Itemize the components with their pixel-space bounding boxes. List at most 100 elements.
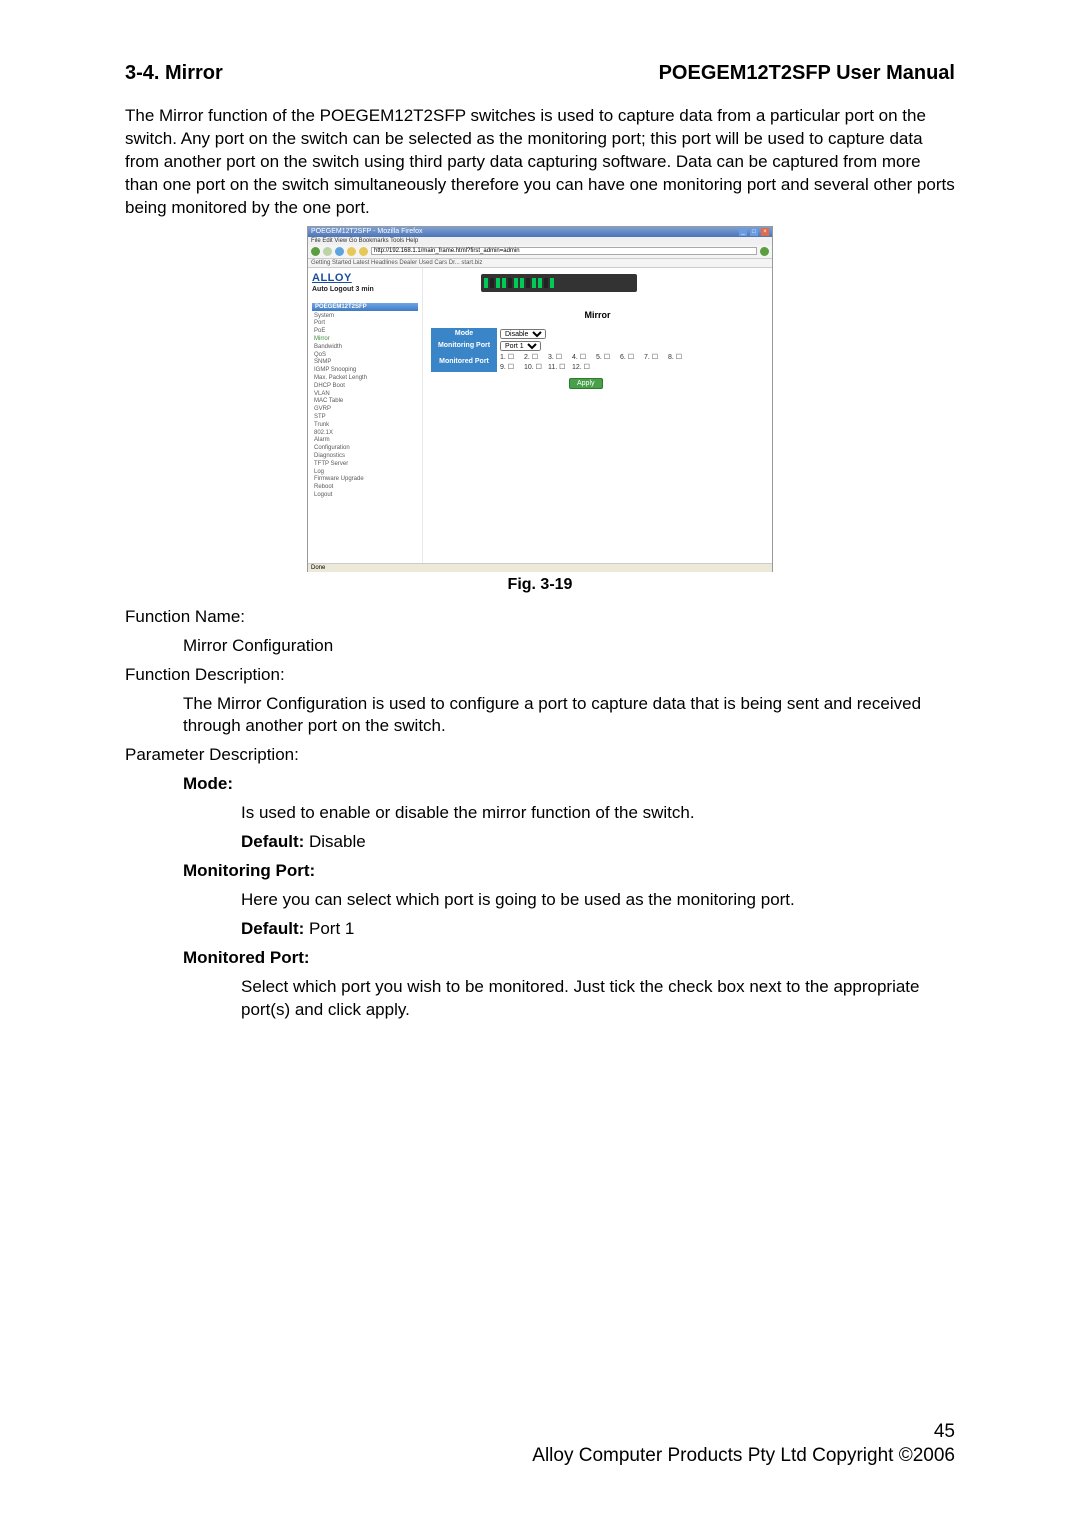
page-footer: 45 Alloy Computer Products Pty Ltd Copyr… — [532, 1421, 955, 1467]
screenshot-figure: POEGEM12T2SFP - Mozilla Firefox _ □ × Fi… — [307, 226, 773, 572]
port-led — [490, 278, 494, 288]
port-checkbox[interactable]: 1. ☐ — [500, 353, 524, 361]
monitored-port-row-label: Monitored Port — [431, 352, 497, 372]
forward-icon[interactable] — [323, 247, 332, 256]
sidebar-item[interactable]: Alarm — [312, 437, 418, 445]
port-led — [526, 278, 530, 288]
port-led — [520, 278, 524, 288]
parameter-description-label: Parameter Description: — [125, 744, 955, 767]
port-checkbox[interactable]: 9. ☐ — [500, 363, 524, 371]
sidebar-item[interactable]: Mirror — [312, 336, 418, 344]
status-bar: Done — [308, 563, 772, 572]
port-led — [514, 278, 518, 288]
port-checkbox[interactable]: 4. ☐ — [572, 353, 596, 361]
sidebar-item[interactable]: MAC Table — [312, 398, 418, 406]
port-led — [508, 278, 512, 288]
param-monitored-text: Select which port you wish to be monitor… — [241, 976, 955, 1022]
sidebar-item[interactable]: PoE — [312, 328, 418, 336]
page-number: 45 — [532, 1421, 955, 1443]
back-icon[interactable] — [311, 247, 320, 256]
go-icon[interactable] — [760, 247, 769, 256]
param-mode-text: Is used to enable or disable the mirror … — [241, 802, 955, 825]
param-mode-label: Mode: — [183, 773, 955, 796]
function-description-value: The Mirror Configuration is used to conf… — [183, 693, 955, 739]
monitoring-port-row-label: Monitoring Port — [431, 340, 497, 352]
window-titlebar: POEGEM12T2SFP - Mozilla Firefox _ □ × — [308, 227, 772, 237]
mode-row-label: Mode — [431, 328, 497, 340]
port-checkbox[interactable]: 5. ☐ — [596, 353, 620, 361]
param-mode-default: Default: Disable — [241, 831, 955, 854]
param-monitoring-text: Here you can select which port is going … — [241, 889, 955, 912]
function-name-label: Function Name: — [125, 606, 955, 629]
window-buttons: _ □ × — [738, 228, 769, 236]
sidebar-item[interactable]: Bandwidth — [312, 344, 418, 352]
close-icon[interactable]: × — [761, 228, 769, 236]
port-checkbox[interactable]: 10. ☐ — [524, 363, 548, 371]
sidebar-item[interactable]: Logout — [312, 492, 418, 500]
intro-paragraph: The Mirror function of the POEGEM12T2SFP… — [125, 105, 955, 220]
sidebar-item[interactable]: Firmware Upgrade — [312, 476, 418, 484]
param-monitoring-default: Default: Port 1 — [241, 918, 955, 941]
port-checkbox[interactable]: 11. ☐ — [548, 363, 572, 371]
copyright-text: Alloy Computer Products Pty Ltd Copyrigh… — [532, 1445, 955, 1466]
home-icon[interactable] — [359, 247, 368, 256]
browser-toolbar: http://192.168.1.1/main_frame.html?first… — [308, 245, 772, 259]
stop-icon[interactable] — [347, 247, 356, 256]
sidebar-item[interactable]: System — [312, 313, 418, 321]
mode-select[interactable]: Disable — [500, 329, 546, 339]
port-checkbox[interactable]: 6. ☐ — [620, 353, 644, 361]
apply-button[interactable]: Apply — [569, 378, 603, 389]
port-checkbox[interactable]: 12. ☐ — [572, 363, 596, 371]
sidebar-item[interactable]: DHCP Boot — [312, 383, 418, 391]
function-description-label: Function Description: — [125, 664, 955, 687]
menubar[interactable]: File Edit View Go Bookmarks Tools Help — [308, 237, 772, 245]
mirror-config-table: Mode Disable Monitoring Port Port 1 Moni… — [431, 328, 711, 372]
reload-icon[interactable] — [335, 247, 344, 256]
port-checkbox[interactable]: 7. ☐ — [644, 353, 668, 361]
monitoring-port-select[interactable]: Port 1 — [500, 341, 541, 351]
sidebar-item[interactable]: 802.1X — [312, 430, 418, 438]
bookmarks-bar[interactable]: Getting Started Latest Headlines Dealer … — [308, 259, 772, 268]
port-led — [532, 278, 536, 288]
sidebar-item[interactable]: Log — [312, 469, 418, 477]
port-led — [484, 278, 488, 288]
logo: ALLOY — [312, 272, 418, 284]
sidebar-item[interactable]: QoS — [312, 352, 418, 360]
minimize-icon[interactable]: _ — [739, 228, 747, 236]
auto-logout-label: Auto Logout 3 min — [312, 286, 418, 293]
param-monitoring-label: Monitoring Port: — [183, 860, 955, 883]
sidebar-item[interactable]: Configuration — [312, 445, 418, 453]
function-name-value: Mirror Configuration — [183, 635, 955, 658]
main-panel: Mirror Mode Disable Monitoring Port Port… — [423, 268, 772, 563]
section-title: 3-4. Mirror — [125, 62, 223, 85]
figure-caption: Fig. 3-19 — [125, 576, 955, 594]
switch-graphic — [481, 274, 637, 292]
sidebar-item[interactable]: Port — [312, 320, 418, 328]
port-checkbox[interactable]: 3. ☐ — [548, 353, 572, 361]
panel-heading: Mirror — [431, 310, 764, 320]
sidebar-item[interactable]: TFTP Server — [312, 461, 418, 469]
port-led — [544, 278, 548, 288]
monitored-ports-row[interactable]: 9. ☐10. ☐11. ☐12. ☐ — [497, 362, 711, 372]
sidebar-item[interactable]: Reboot — [312, 484, 418, 492]
url-field[interactable]: http://192.168.1.1/main_frame.html?first… — [371, 247, 757, 255]
port-checkbox[interactable]: 2. ☐ — [524, 353, 548, 361]
sidebar-item[interactable]: Diagnostics — [312, 453, 418, 461]
sidebar-item[interactable]: GVRP — [312, 406, 418, 414]
window-title: POEGEM12T2SFP - Mozilla Firefox — [311, 228, 423, 235]
sidebar-item[interactable]: Max. Packet Length — [312, 375, 418, 383]
sidebar-item[interactable]: VLAN — [312, 391, 418, 399]
nav-header: POEGEM12T2SFP — [312, 303, 418, 311]
sidebar-item[interactable]: SNMP — [312, 359, 418, 367]
manual-title: POEGEM12T2SFP User Manual — [659, 62, 955, 85]
port-checkbox[interactable]: 8. ☐ — [668, 353, 692, 361]
port-led — [550, 278, 554, 288]
port-led — [502, 278, 506, 288]
sidebar-item[interactable]: STP — [312, 414, 418, 422]
maximize-icon[interactable]: □ — [750, 228, 758, 236]
sidebar-item[interactable]: Trunk — [312, 422, 418, 430]
sidebar-item[interactable]: IGMP Snooping — [312, 367, 418, 375]
port-led — [496, 278, 500, 288]
nav-list: SystemPortPoEMirrorBandwidthQoSSNMPIGMP … — [312, 313, 418, 500]
monitored-ports-row[interactable]: 1. ☐2. ☐3. ☐4. ☐5. ☐6. ☐7. ☐8. ☐ — [497, 352, 711, 362]
